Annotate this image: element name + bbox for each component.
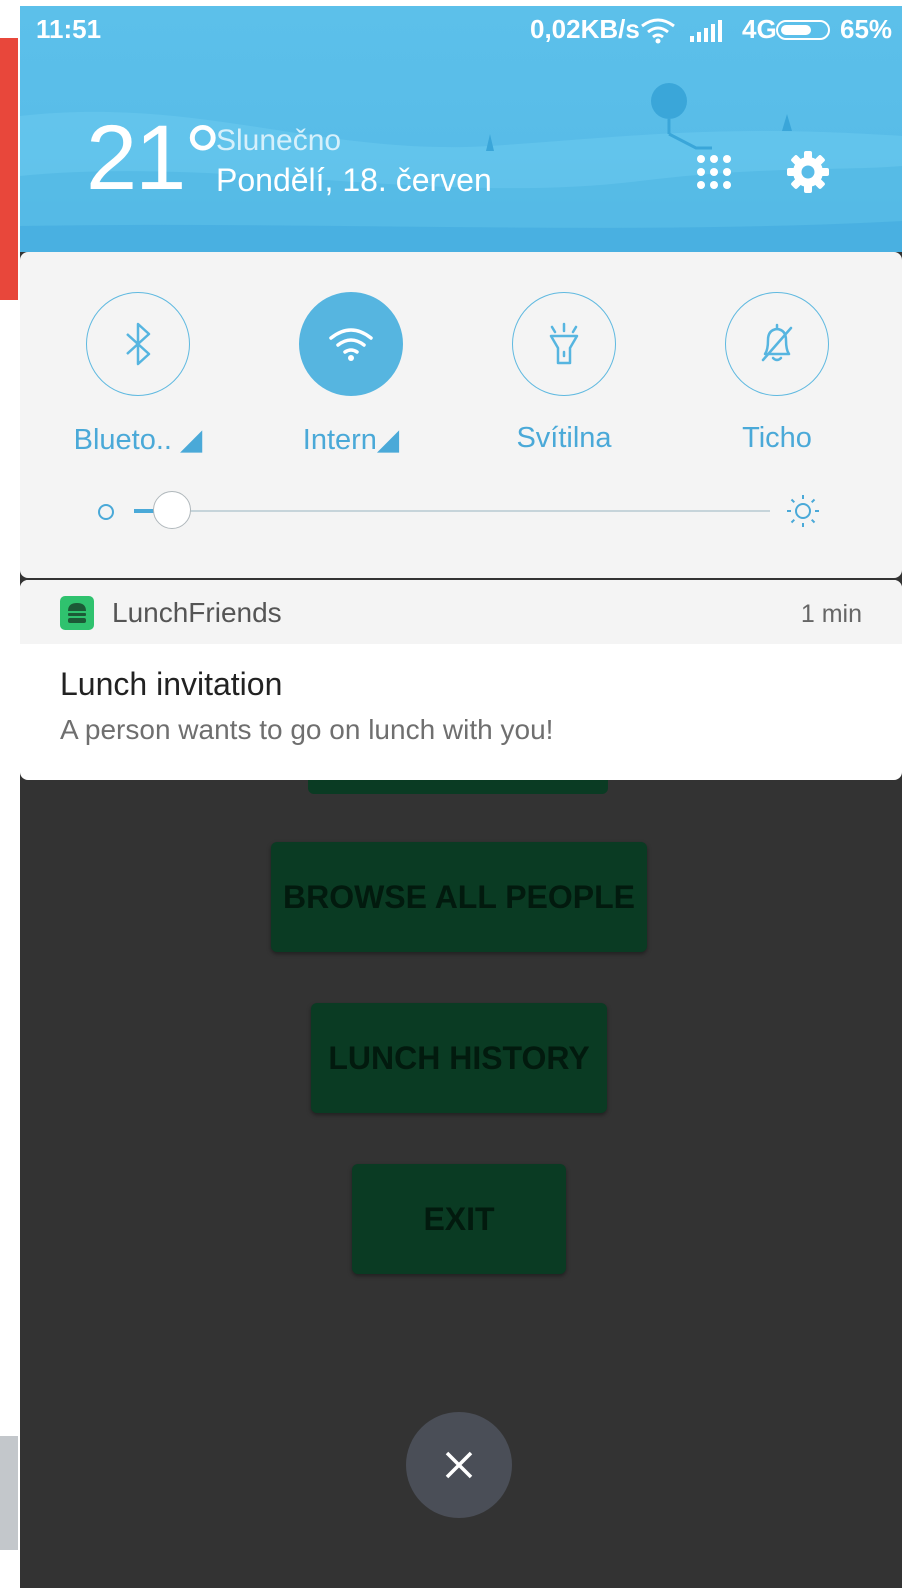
bluetooth-label: Blueto.. ◢ <box>73 424 203 456</box>
brightness-high-icon <box>787 495 819 527</box>
hidden-button-edge <box>308 780 608 794</box>
network-speed: 0,02KB/s <box>530 14 640 44</box>
wifi-label: Intern◢ <box>302 424 400 456</box>
brightness-slider-thumb[interactable] <box>153 491 192 529</box>
burger-icon <box>68 603 86 623</box>
weather-header: 11:51 0,02KB/s 4G 65% 21° Slunečno Pondě… <box>20 6 902 252</box>
apps-grid-icon[interactable] <box>696 154 732 190</box>
weather-condition: Slunečno <box>216 124 342 157</box>
clear-notifications-button[interactable] <box>406 1412 512 1518</box>
flashlight-label: Svítilna <box>516 422 612 454</box>
signal-icon <box>690 20 722 42</box>
silent-label: Ticho <box>742 422 812 454</box>
brightness-slider[interactable] <box>134 510 770 512</box>
wifi-status-icon <box>641 18 675 44</box>
exit-button[interactable]: EXIT <box>352 1164 566 1274</box>
status-bar: 11:51 0,02KB/s 4G 65% <box>20 6 902 54</box>
bluetooth-toggle[interactable] <box>86 292 190 396</box>
wifi-toggle[interactable] <box>299 292 403 396</box>
date-label: Pondělí, 18. červen <box>216 162 492 198</box>
quick-settings-panel: Blueto.. ◢ Intern◢ Svítilna Ticho <box>20 252 902 578</box>
notification-shade: 11:51 0,02KB/s 4G 65% 21° Slunečno Pondě… <box>20 6 902 1588</box>
close-icon <box>445 1451 473 1479</box>
flashlight-icon <box>549 322 579 365</box>
bluetooth-icon <box>126 322 151 366</box>
browse-all-people-button[interactable]: BROWSE ALL PEOPLE <box>271 842 647 952</box>
lunch-history-button[interactable]: LUNCH HISTORY <box>311 1003 607 1113</box>
background-app-edge-bottom <box>0 1436 18 1550</box>
notification-body: A person wants to go on lunch with you! <box>60 714 554 745</box>
notification-header: LunchFriends 1 min <box>20 580 902 644</box>
battery-icon <box>776 20 830 40</box>
notification-app-name: LunchFriends <box>112 597 282 628</box>
flashlight-toggle[interactable] <box>512 292 616 396</box>
temperature: 21° <box>86 107 221 209</box>
silent-toggle[interactable] <box>725 292 829 396</box>
background-app-edge <box>0 38 18 300</box>
bell-off-icon <box>761 323 793 362</box>
notification-title: Lunch invitation <box>60 666 283 702</box>
network-type: 4G <box>742 14 777 44</box>
clock: 11:51 <box>36 14 102 44</box>
notification-card[interactable]: LunchFriends 1 min Lunch invitation A pe… <box>20 580 902 780</box>
lunchfriends-app-icon <box>60 596 94 630</box>
brightness-low-icon <box>98 504 114 520</box>
battery-percent: 65% <box>840 14 893 44</box>
gear-icon[interactable] <box>786 150 830 194</box>
wifi-icon <box>329 328 373 361</box>
notification-time: 1 min <box>800 600 862 628</box>
